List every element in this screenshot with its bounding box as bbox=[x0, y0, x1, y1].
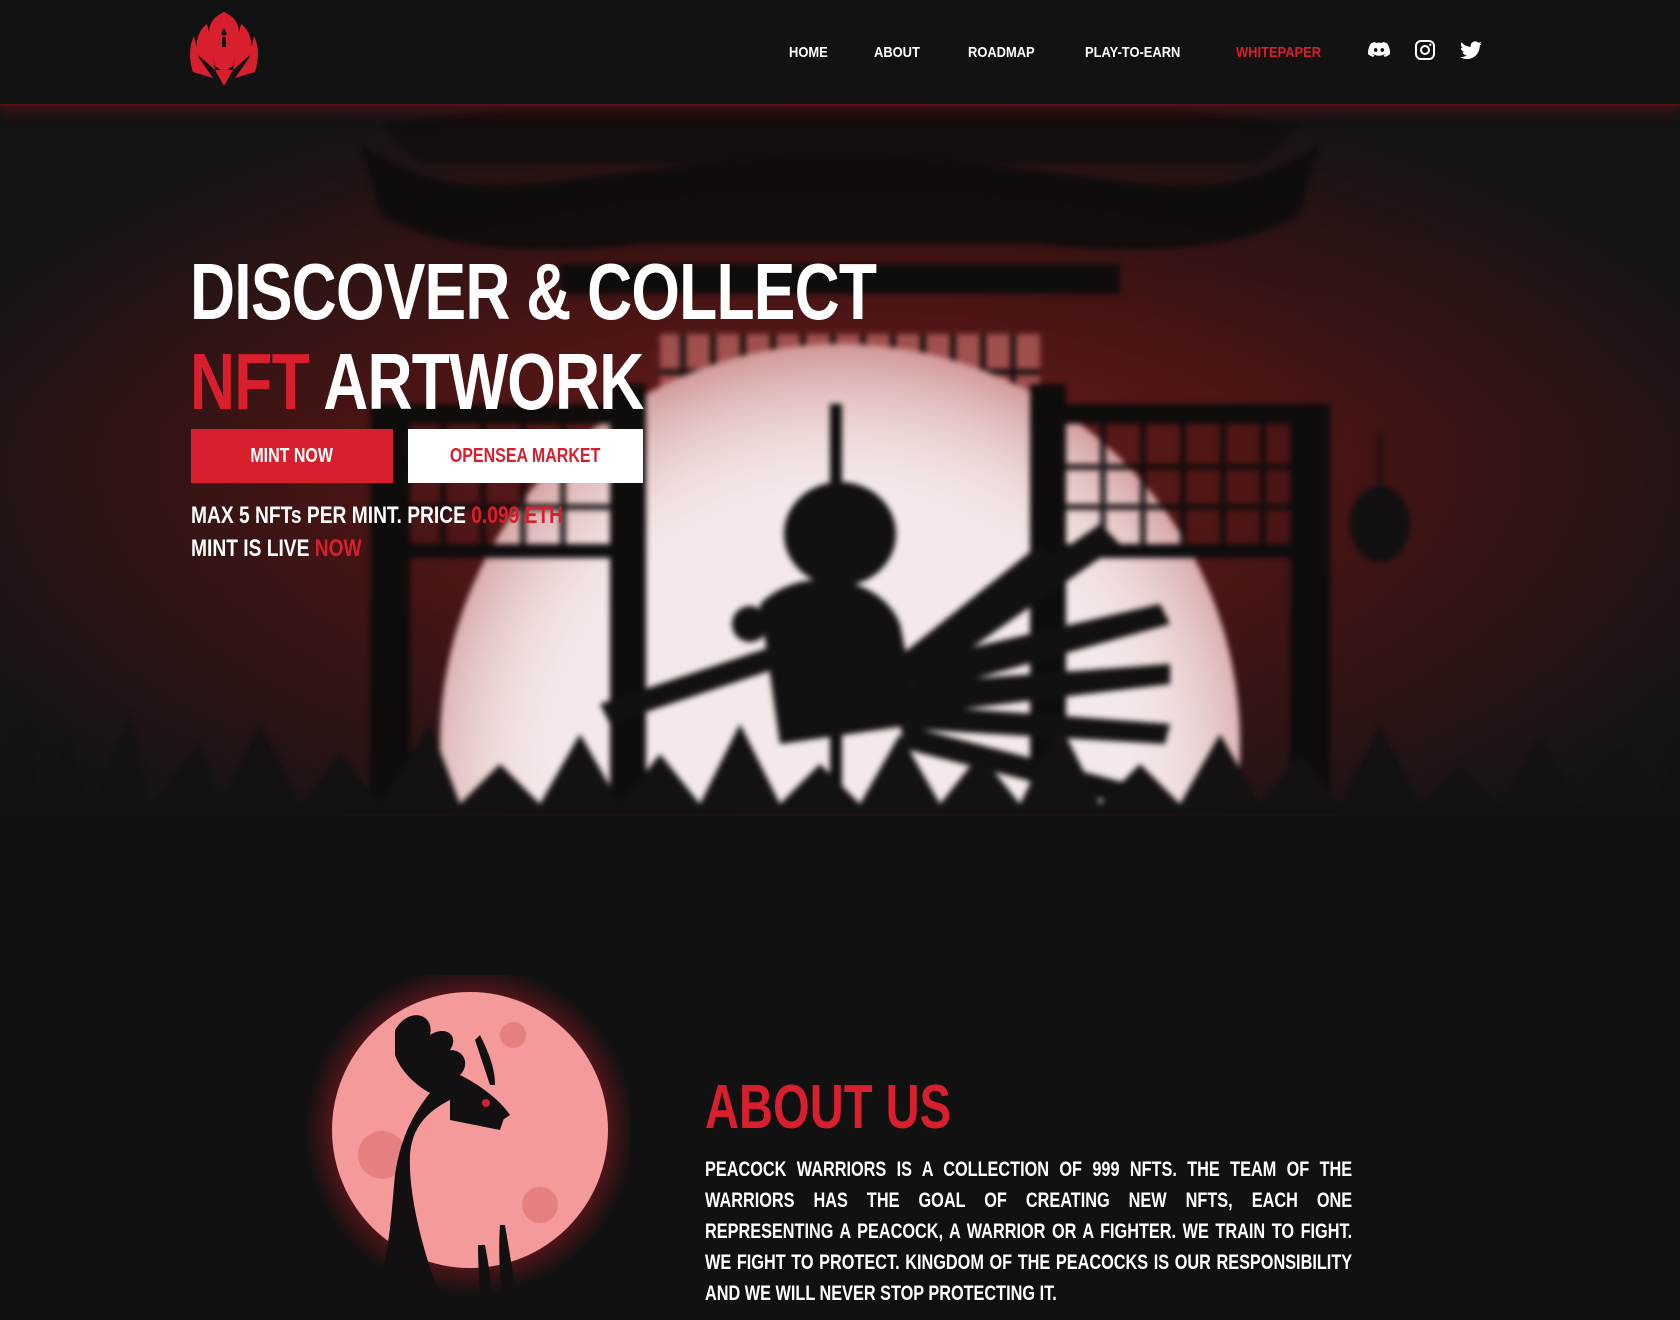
mint-now-button[interactable]: MINT NOW bbox=[191, 429, 393, 483]
peacock-logo-icon[interactable] bbox=[187, 10, 261, 86]
hero-title-accent: NFT bbox=[190, 337, 310, 426]
twitter-icon[interactable] bbox=[1459, 38, 1483, 62]
mint-live-prefix: MINT IS LIVE bbox=[191, 535, 315, 562]
hero-section: DISCOVER & COLLECT NFT ARTWORK MINT NOW … bbox=[0, 104, 1680, 816]
nav-play-to-earn[interactable]: PLAY-TO-EARN bbox=[1085, 44, 1180, 61]
mint-live-now: NOW bbox=[314, 535, 362, 562]
top-navbar: HOME ABOUT ROADMAP PLAY-TO-EARN WHITEPAP… bbox=[0, 0, 1680, 104]
discord-icon[interactable] bbox=[1367, 38, 1391, 62]
nav-roadmap[interactable]: ROADMAP bbox=[968, 44, 1035, 61]
nav-links: HOME ABOUT ROADMAP PLAY-TO-EARN WHITEPAP… bbox=[749, 44, 1335, 61]
opensea-market-button[interactable]: OPENSEA MARKET bbox=[408, 429, 643, 483]
nav-home[interactable]: HOME bbox=[789, 44, 828, 61]
mint-price: 0.099 ETH bbox=[471, 502, 563, 529]
hero-title-line2: NFT ARTWORK bbox=[190, 342, 644, 422]
hero-title-rest: ARTWORK bbox=[308, 337, 644, 426]
mint-info-prefix: MAX 5 NFTs PER MINT. PRICE bbox=[191, 502, 472, 529]
about-title: ABOUT US bbox=[705, 1073, 952, 1142]
about-description: PEACOCK WARRIORS IS A COLLECTION OF 999 … bbox=[705, 1158, 1353, 1305]
nav-about[interactable]: ABOUT bbox=[874, 44, 920, 61]
social-links bbox=[1367, 38, 1483, 62]
about-moon-illustration bbox=[300, 975, 630, 1320]
mint-info-price: MAX 5 NFTs PER MINT. PRICE 0.099 ETH bbox=[191, 502, 563, 530]
instagram-icon[interactable] bbox=[1413, 38, 1437, 62]
mint-info-live: MINT IS LIVE NOW bbox=[191, 535, 362, 563]
mint-now-label: MINT NOW bbox=[250, 444, 334, 467]
nav-whitepaper[interactable]: WHITEPAPER bbox=[1236, 44, 1321, 61]
opensea-market-label: OPENSEA MARKET bbox=[450, 444, 601, 467]
hero-title-line1: DISCOVER & COLLECT bbox=[190, 247, 877, 336]
